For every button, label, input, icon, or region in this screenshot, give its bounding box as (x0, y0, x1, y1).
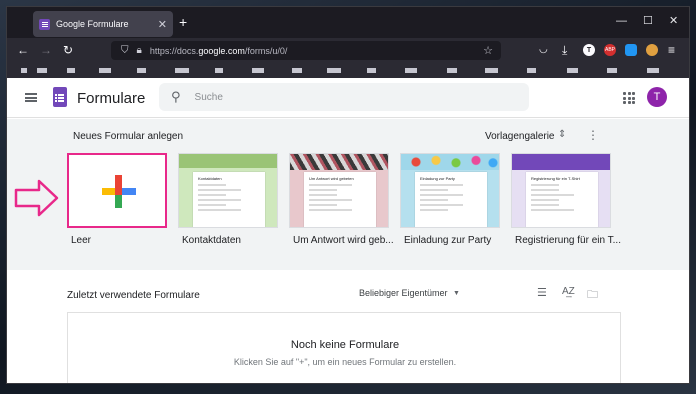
tab-title: Google Formulare (56, 19, 129, 29)
more-options-icon[interactable]: ⋮ (587, 129, 599, 141)
browser-window: Google Formulare ✕ + — ☐ ✕ ← → ↻ ⛉ 🔒︎ ht… (6, 6, 690, 384)
empty-state: Noch keine Formulare Klicken Sie auf "+"… (67, 312, 621, 383)
bookmark-item[interactable] (99, 68, 111, 73)
extension-cloud-icon[interactable] (625, 44, 637, 56)
search-placeholder: Suche (194, 91, 223, 103)
template-card-blank[interactable] (67, 153, 167, 228)
bookmark-item[interactable] (215, 68, 223, 73)
template-section-heading: Neues Formular anlegen (73, 131, 184, 142)
sort-az-icon[interactable]: A͢Z (562, 286, 575, 297)
app-header: Formulare ⚲ Suche T (7, 78, 689, 118)
main-menu-icon[interactable] (25, 93, 37, 102)
minimize-button[interactable]: — (616, 15, 627, 27)
forward-arrow-icon[interactable]: → (40, 44, 52, 56)
expand-collapse-icon[interactable]: ⇕ (558, 129, 566, 140)
template-label-rsvp[interactable]: Um Antwort wird geb... (293, 235, 401, 246)
adblock-icon[interactable]: ABP (604, 44, 616, 56)
google-forms-logo[interactable] (53, 87, 67, 107)
template-card-contact[interactable]: Kontaktdaten (178, 153, 278, 228)
bookmark-item[interactable] (137, 68, 146, 73)
reload-icon[interactable]: ↻ (63, 44, 73, 56)
shield-icon[interactable]: ⛉ (121, 45, 129, 56)
url-text[interactable]: https://docs.google.com/forms/u/0/ (150, 46, 288, 56)
owner-filter-dropdown[interactable]: Beliebiger Eigentümer (359, 288, 448, 298)
bookmark-item[interactable] (21, 68, 27, 73)
bookmark-item[interactable] (567, 68, 578, 73)
recent-forms-heading: Zuletzt verwendete Formulare (67, 290, 200, 301)
bookmark-item[interactable] (37, 68, 47, 73)
bookmark-item[interactable] (485, 68, 498, 73)
bookmarks-bar (7, 63, 689, 78)
pocket-icon[interactable]: ◡ (539, 44, 548, 56)
template-card-party[interactable]: Einladung zur Party (400, 153, 500, 228)
template-gallery-button[interactable]: Vorlagengalerie (485, 131, 555, 142)
template-card-tshirt[interactable]: Registrierung für ein T-Shirt (511, 153, 611, 228)
bookmark-item[interactable] (527, 68, 536, 73)
template-section: Neues Formular anlegen Vorlagengalerie ⇕… (7, 119, 689, 270)
tab-strip: Google Formulare ✕ + — ☐ ✕ (7, 7, 689, 38)
bookmark-item[interactable] (252, 68, 264, 73)
menu-icon[interactable]: ≡ (668, 44, 675, 56)
bookmark-item[interactable] (647, 68, 659, 73)
bookmark-item[interactable] (292, 68, 302, 73)
bookmark-item[interactable] (367, 68, 376, 73)
tab-google-forms[interactable]: Google Formulare ✕ (33, 11, 173, 37)
close-tab-icon[interactable]: ✕ (158, 18, 167, 31)
back-arrow-icon[interactable]: ← (17, 44, 29, 56)
bookmark-item[interactable] (405, 68, 417, 73)
bookmark-item[interactable] (447, 68, 457, 73)
maximize-button[interactable]: ☐ (643, 15, 653, 27)
template-label-tshirt[interactable]: Registrierung für ein T... (515, 235, 623, 246)
folder-icon[interactable]: 🗀︎ (587, 286, 598, 305)
bookmark-item[interactable] (607, 68, 617, 73)
bookmark-item[interactable] (175, 68, 189, 73)
template-label-contact[interactable]: Kontaktdaten (182, 235, 290, 246)
forms-favicon-icon (39, 18, 50, 30)
page-content: Formulare ⚲ Suche T Neues Formular anleg… (7, 78, 689, 383)
template-card-rsvp[interactable]: Um Antwort wird gebeten (289, 153, 389, 228)
party-balloons-image (401, 154, 499, 170)
list-view-icon[interactable]: ☰ (537, 286, 547, 299)
google-apps-icon[interactable] (623, 92, 635, 104)
bookmark-item[interactable] (327, 68, 341, 73)
rsvp-header-image (290, 154, 388, 170)
empty-state-subtitle: Klicken Sie auf "+", um ein neues Formul… (233, 357, 457, 367)
app-title[interactable]: Formulare (77, 90, 145, 107)
bookmark-item[interactable] (67, 68, 75, 73)
search-field[interactable]: ⚲ Suche (159, 83, 529, 111)
account-avatar[interactable]: T (647, 87, 667, 107)
annotation-arrow-icon (14, 179, 59, 217)
extension-t-icon[interactable]: T (583, 44, 595, 56)
empty-state-title: Noch keine Formulare (290, 339, 400, 351)
dropdown-caret-icon[interactable]: ▼ (453, 290, 460, 297)
template-label-blank[interactable]: Leer (71, 235, 179, 246)
lock-icon[interactable]: 🔒︎ (137, 45, 142, 56)
address-bar[interactable]: ⛉ 🔒︎ https://docs.google.com/forms/u/0/ … (111, 41, 501, 60)
close-window-button[interactable]: ✕ (669, 15, 678, 27)
new-tab-button[interactable]: + (179, 15, 187, 29)
navigation-bar: ← → ↻ ⛉ 🔒︎ https://docs.google.com/forms… (7, 38, 689, 63)
search-icon: ⚲ (171, 89, 181, 104)
extension-face-icon[interactable] (646, 44, 658, 56)
bookmark-star-icon[interactable]: ☆ (483, 44, 493, 57)
template-label-party[interactable]: Einladung zur Party (404, 235, 512, 246)
download-icon[interactable]: ⤓ (562, 44, 567, 56)
